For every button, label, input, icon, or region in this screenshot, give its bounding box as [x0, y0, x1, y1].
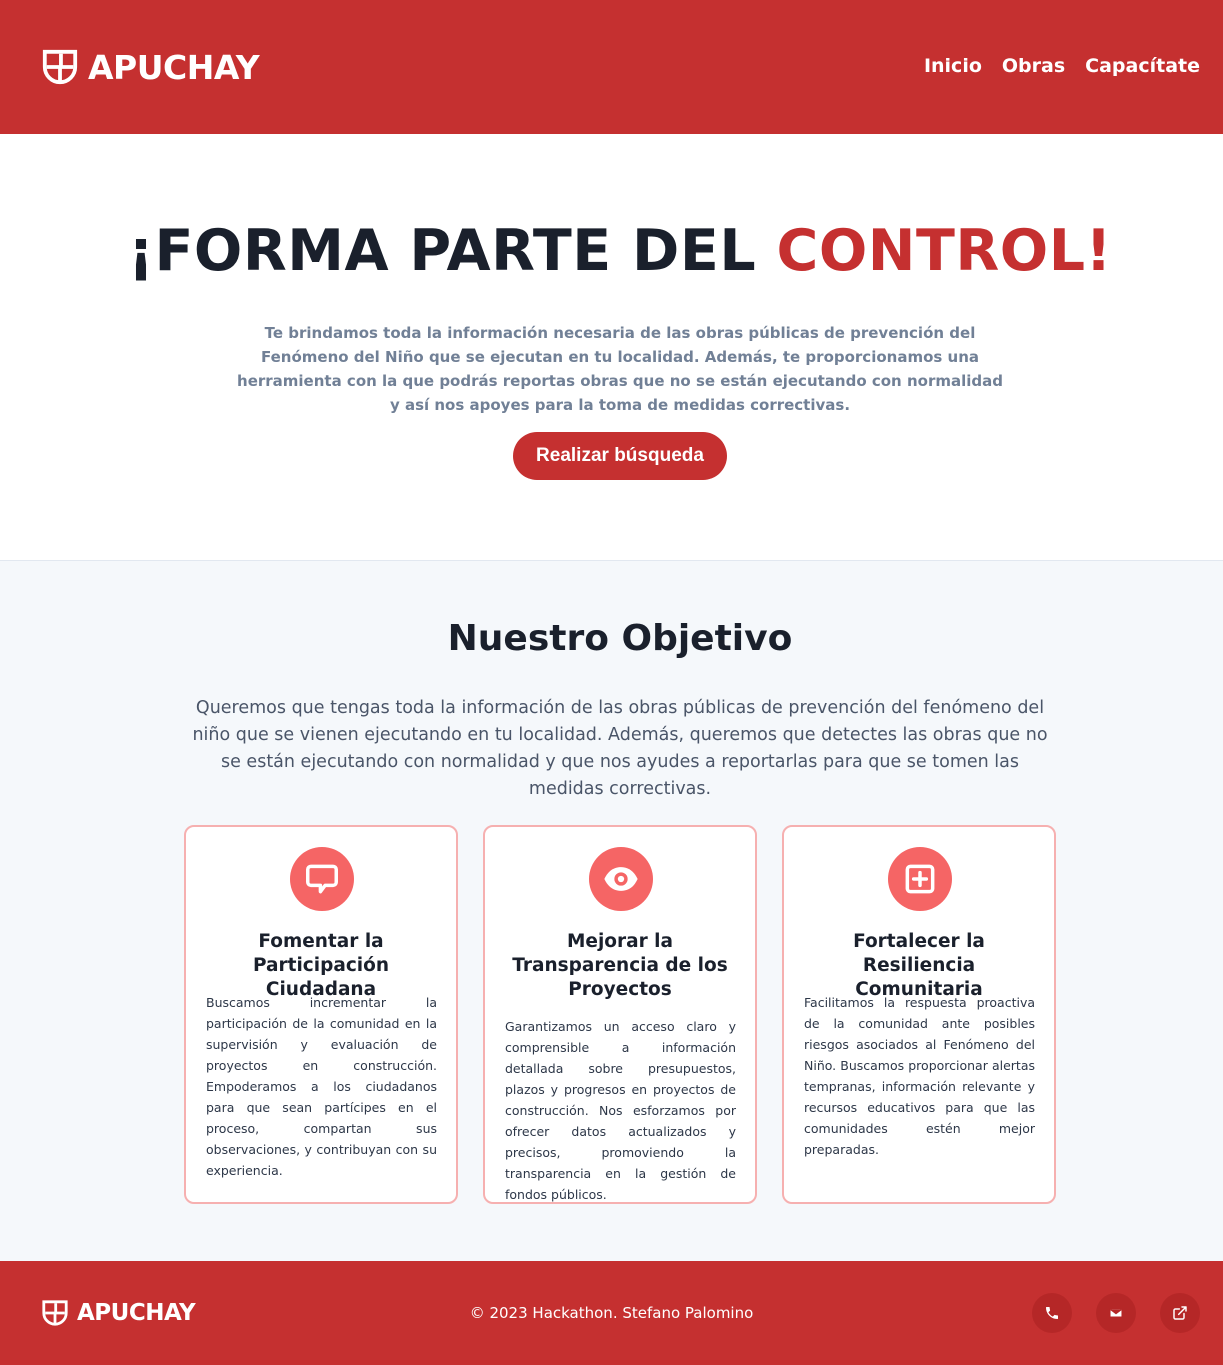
- main-nav: Inicio Obras Capacítate: [924, 55, 1200, 77]
- site-header: APUCHAY Inicio Obras Capacítate: [0, 0, 1223, 134]
- external-link-button[interactable]: [1160, 1293, 1200, 1333]
- eye-icon: [589, 847, 653, 911]
- objetivo-section: Nuestro Objetivo Queremos que tengas tod…: [0, 561, 1223, 1261]
- card-text: Garantizamos un acceso claro y comprensi…: [505, 1019, 736, 1202]
- nav-capacitate[interactable]: Capacítate: [1085, 55, 1200, 77]
- phone-icon: [1046, 1307, 1058, 1319]
- card-title: Mejorar la Transparencia de los Proyecto…: [512, 931, 728, 1000]
- objetivo-description: Queremos que tengas toda la información …: [192, 698, 1048, 799]
- nav-obras[interactable]: Obras: [1002, 55, 1065, 77]
- plus-square-icon: [888, 847, 952, 911]
- chat-bubble-icon: [290, 847, 354, 911]
- phone-button[interactable]: [1032, 1293, 1072, 1333]
- mail-icon: [1109, 1308, 1123, 1318]
- brand-logo[interactable]: APUCHAY: [41, 47, 260, 87]
- nav-inicio[interactable]: Inicio: [924, 55, 982, 77]
- mail-button[interactable]: [1096, 1293, 1136, 1333]
- footer-social: [1032, 1293, 1200, 1333]
- external-link-icon: [1173, 1306, 1187, 1320]
- site-footer: APUCHAY © 2023 Hackathon. Stefano Palomi…: [0, 1261, 1223, 1365]
- search-button[interactable]: Realizar búsqueda: [513, 432, 727, 480]
- card-participacion: Fomentar la Participación Ciudadana Busc…: [184, 825, 458, 1204]
- hero-title-main: ¡FORMA PARTE DEL: [127, 218, 777, 284]
- card-transparencia: Mejorar la Transparencia de los Proyecto…: [483, 825, 757, 1204]
- hero-title-accent: CONTROL!: [776, 218, 1113, 284]
- card-text: Buscamos incrementar la participación de…: [206, 995, 437, 1178]
- hero-description: Te brindamos toda la información necesar…: [237, 324, 1003, 414]
- card-resiliencia: Fortalecer la Resiliencia Comunitaria Fa…: [782, 825, 1056, 1204]
- logo-icon: [42, 49, 78, 85]
- objetivo-title: Nuestro Objetivo: [447, 618, 793, 659]
- brand-name: APUCHAY: [88, 47, 260, 87]
- card-text: Facilitamos la respuesta proactiva de la…: [804, 995, 1035, 1157]
- hero-section: ¡FORMA PARTE DEL CONTROL! Te brindamos t…: [0, 134, 1223, 561]
- hero-title: ¡FORMA PARTE DEL CONTROL!: [0, 218, 1223, 284]
